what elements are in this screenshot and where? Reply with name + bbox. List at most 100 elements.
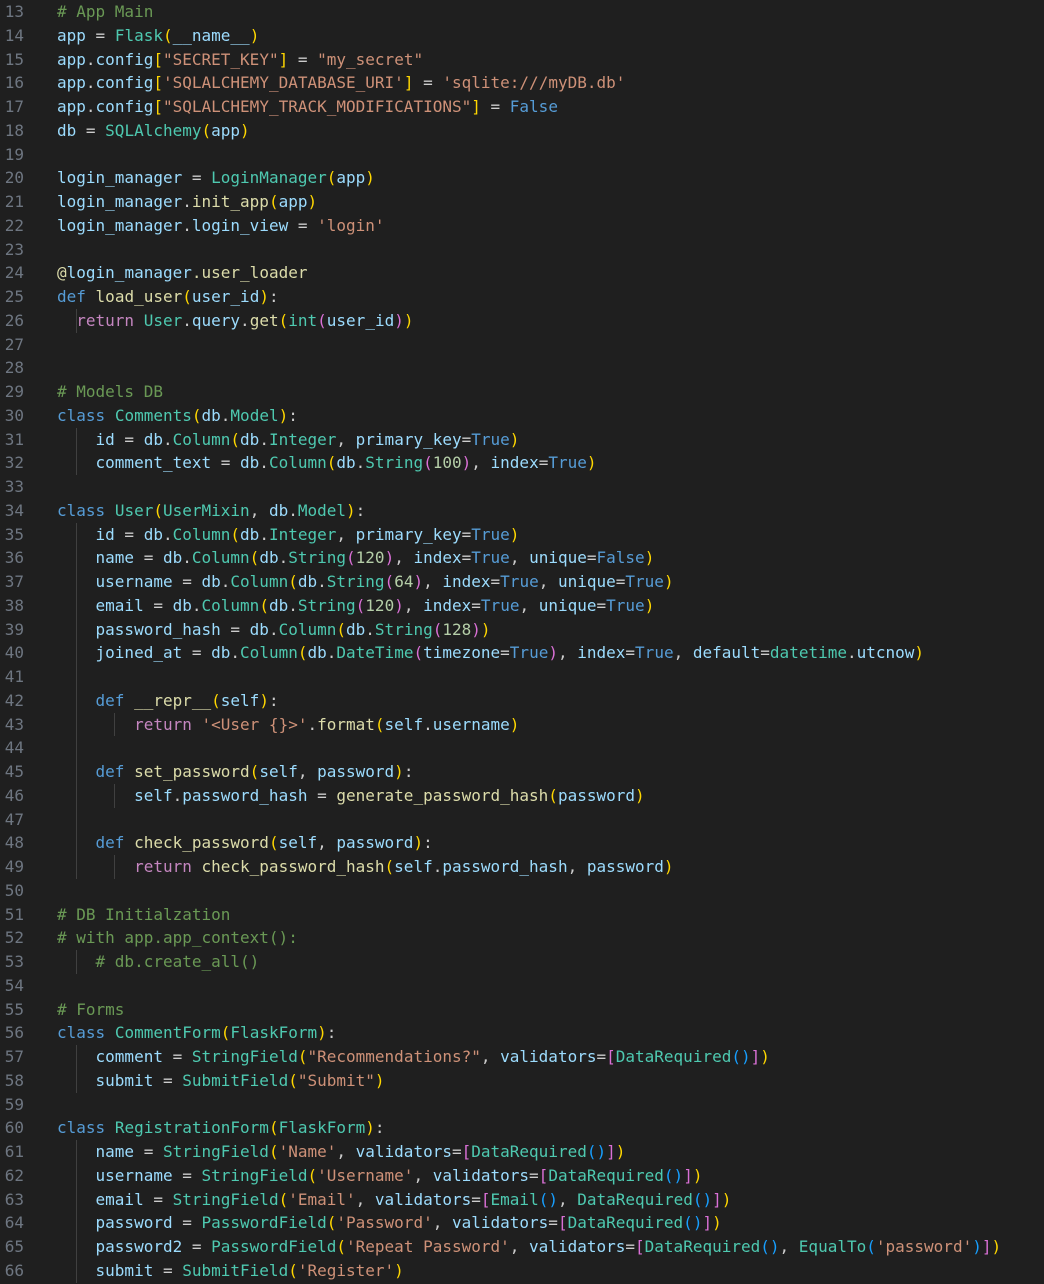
code-line[interactable]: 42 def __repr__(self): bbox=[0, 688, 1044, 713]
code-text[interactable]: comment = StringField ("Recommendations?"… bbox=[57, 1045, 770, 1069]
code-text[interactable]: password_hash = db.Column(db.String(128)… bbox=[57, 618, 491, 642]
code-line[interactable]: 44 bbox=[0, 736, 1044, 760]
code-line[interactable]: 49 return check_password_hash(self.passw… bbox=[0, 855, 1044, 879]
code-text[interactable]: class User(UserMixin, db.Model): bbox=[57, 499, 365, 523]
code-text[interactable]: username = db.Column(db.String(64), inde… bbox=[57, 570, 674, 594]
code-line[interactable]: 29 # Models DB bbox=[0, 380, 1044, 404]
code-text[interactable]: email = StringField('Email', validators=… bbox=[57, 1188, 732, 1212]
code-line[interactable]: 23 bbox=[0, 238, 1044, 262]
code-text[interactable]: def check_password(self, password): bbox=[57, 831, 433, 855]
code-line[interactable]: 40 joined_at = db.Column(db.DateTime(tim… bbox=[0, 641, 1044, 665]
code-line[interactable]: 65 password2 = PasswordField('Repeat Pas… bbox=[0, 1235, 1044, 1259]
code-text[interactable]: email = db.Column(db.String(120), index=… bbox=[57, 594, 655, 618]
code-line[interactable]: 63 email = StringField('Email', validato… bbox=[0, 1187, 1044, 1212]
code-text[interactable]: name = db.Column(db.String(120), index=T… bbox=[57, 546, 655, 570]
code-text[interactable]: login_manager.login_view = 'login' bbox=[57, 214, 385, 238]
code-text[interactable]: @login_manager.user_loader bbox=[57, 261, 307, 285]
code-line[interactable]: 17 app.config["SQLALCHEMY_TRACK_MODIFICAT… bbox=[0, 95, 1044, 119]
code-line[interactable]: 30 class Comments(db.Model): bbox=[0, 404, 1044, 428]
code-line[interactable]: 52 # with app.app_context(): bbox=[0, 926, 1044, 950]
code-line[interactable]: 13 # App Main bbox=[0, 0, 1044, 24]
code-line[interactable]: 24 @login_manager.user_loader bbox=[0, 261, 1044, 285]
code-text[interactable]: return '<User {}>'.format(self.username) bbox=[57, 713, 519, 737]
code-text[interactable]: # Models DB bbox=[57, 380, 163, 404]
code-text[interactable]: # App Main bbox=[57, 0, 153, 24]
code-line[interactable]: 16 app.config['SQLALCHEMY_DATABASE_URI'] … bbox=[0, 71, 1044, 95]
code-line[interactable]: 61 name = StringField('Name', validators… bbox=[0, 1140, 1044, 1164]
code-text[interactable]: app.config["SECRET_KEY"] = "my_secret" bbox=[57, 48, 423, 72]
code-text[interactable]: # with app.app_context(): bbox=[57, 926, 298, 950]
code-line[interactable]: 22 login_manager.login_view = 'login' bbox=[0, 214, 1044, 238]
code-line[interactable]: 45 def set_password(self, password): bbox=[0, 760, 1044, 784]
code-line[interactable]: 46 self.password_hash = generate_passwor… bbox=[0, 783, 1044, 808]
code-line[interactable]: 41 bbox=[0, 665, 1044, 689]
code-line[interactable]: 27 bbox=[0, 333, 1044, 357]
code-line[interactable]: 34 class User(UserMixin, db.Model): bbox=[0, 499, 1044, 523]
code-text[interactable]: class Comments(db.Model): bbox=[57, 404, 298, 428]
code-line[interactable]: 33 bbox=[0, 475, 1044, 499]
code-text[interactable]: password = PasswordField('Password', val… bbox=[57, 1211, 722, 1235]
code-text[interactable]: # DB Initialzation bbox=[57, 903, 230, 927]
code-text[interactable]: def __repr__(self): bbox=[57, 689, 279, 713]
code-text[interactable]: class CommentForm(FlaskForm): bbox=[57, 1021, 336, 1045]
code-line[interactable]: 25 def load_user(user_id): bbox=[0, 285, 1044, 309]
code-text[interactable]: username = StringField('Username', valid… bbox=[57, 1164, 703, 1188]
code-line[interactable]: 31 id = db.Column(db.Integer, primary_ke… bbox=[0, 427, 1044, 452]
code-line[interactable]: 39 password_hash = db.Column(db.String(1… bbox=[0, 617, 1044, 642]
code-line[interactable]: 58 submit = SubmitField("Submit") bbox=[0, 1068, 1044, 1093]
code-line[interactable]: 66 submit = SubmitField('Register') bbox=[0, 1258, 1044, 1283]
code-line[interactable]: 59 bbox=[0, 1093, 1044, 1117]
code-text[interactable]: return check_password_hash(self.password… bbox=[57, 855, 673, 879]
code-text[interactable]: login_manager.init_app(app) bbox=[57, 190, 317, 214]
code-text[interactable]: submit = SubmitField('Register') bbox=[57, 1259, 404, 1283]
code-text[interactable]: id = db.Column(db.Integer, primary_key=T… bbox=[57, 428, 520, 452]
code-text[interactable]: id = db.Column(db.Integer, primary_key=T… bbox=[57, 523, 520, 547]
code-line[interactable]: 64 password = PasswordField('Password', … bbox=[0, 1211, 1044, 1235]
code-token: ( bbox=[548, 785, 558, 805]
code-line[interactable]: 15 app.config["SECRET_KEY"] = "my_secret" bbox=[0, 48, 1044, 72]
code-line[interactable]: 20 login_manager = LoginManager(app) bbox=[0, 166, 1044, 190]
code-line[interactable]: 38 email = db.Column(db.String(120), ind… bbox=[0, 593, 1044, 618]
code-line[interactable]: 60 class RegistrationForm(FlaskForm): bbox=[0, 1116, 1044, 1140]
code-line[interactable]: 57 comment = StringField ("Recommendation… bbox=[0, 1045, 1044, 1069]
code-text[interactable]: name = StringField('Name', validators=[D… bbox=[57, 1140, 626, 1164]
code-editor[interactable]: 13 # App Main 14 app = Flask(__name__) 15 app… bbox=[0, 0, 1044, 1284]
code-line[interactable]: 55 # Forms bbox=[0, 998, 1044, 1022]
code-text[interactable]: password2 = PasswordField('Repeat Passwo… bbox=[57, 1235, 1002, 1259]
code-line[interactable]: 47 bbox=[0, 807, 1044, 832]
code-text[interactable]: return User.query.get(int(user_id)) bbox=[57, 309, 413, 333]
code-text[interactable]: app.config['SQLALCHEMY_DATABASE_URI'] = … bbox=[57, 71, 625, 95]
code-line[interactable]: 56 class CommentForm(FlaskForm): bbox=[0, 1021, 1044, 1045]
code-line[interactable]: 32 comment_text = db.Column(db.String(10… bbox=[0, 451, 1044, 475]
code-text[interactable]: comment_text = db.Column(db.String(100),… bbox=[57, 451, 597, 475]
code-line[interactable]: 14 app = Flask(__name__) bbox=[0, 24, 1044, 48]
code-text[interactable]: # db.create_all() bbox=[57, 950, 260, 974]
code-line[interactable]: 62 username = StringField('Username', va… bbox=[0, 1163, 1044, 1188]
code-text[interactable]: app.config["SQLALCHEMY_TRACK_MODIFICATIO… bbox=[57, 95, 558, 119]
code-text[interactable]: joined_at = db.Column(db.DateTime(timezo… bbox=[57, 641, 925, 665]
code-line[interactable]: 48 def check_password(self, password): bbox=[0, 831, 1044, 855]
code-line[interactable]: 28 bbox=[0, 356, 1044, 380]
code-line[interactable]: 19 bbox=[0, 143, 1044, 167]
code-line[interactable]: 51 # DB Initialzation bbox=[0, 903, 1044, 927]
code-line[interactable]: 36 name = db.Column(db.String(120), inde… bbox=[0, 546, 1044, 570]
code-text[interactable]: # Forms bbox=[57, 998, 124, 1022]
code-text[interactable]: app = Flask(__name__) bbox=[57, 24, 259, 48]
code-line[interactable]: 54 bbox=[0, 974, 1044, 998]
code-line[interactable]: 18 db = SQLAlchemy(app) bbox=[0, 119, 1044, 143]
code-line[interactable]: 53 # db.create_all() bbox=[0, 950, 1044, 974]
code-line[interactable]: 50 bbox=[0, 879, 1044, 903]
code-text[interactable]: submit = SubmitField("Submit") bbox=[57, 1069, 385, 1093]
code-line[interactable]: 43 return '<User {}>'.format(self.userna… bbox=[0, 712, 1044, 737]
code-line[interactable]: 35 id = db.Column(db.Integer, primary_ke… bbox=[0, 522, 1044, 547]
code-text[interactable]: login_manager = LoginManager(app) bbox=[57, 166, 375, 190]
code-text[interactable]: class RegistrationForm(FlaskForm): bbox=[57, 1116, 385, 1140]
code-line[interactable]: 21 login_manager.init_app(app) bbox=[0, 190, 1044, 214]
code-text[interactable]: def set_password(self, password): bbox=[57, 760, 414, 784]
code-text[interactable]: self.password_hash = generate_password_h… bbox=[57, 784, 645, 808]
code-text[interactable]: def load_user(user_id): bbox=[57, 285, 279, 309]
code-line[interactable]: 26 return User.query.get(int(user_id)) bbox=[0, 308, 1044, 333]
code-text[interactable]: db = SQLAlchemy(app) bbox=[57, 119, 250, 143]
code-line[interactable]: 37 username = db.Column(db.String(64), i… bbox=[0, 570, 1044, 594]
